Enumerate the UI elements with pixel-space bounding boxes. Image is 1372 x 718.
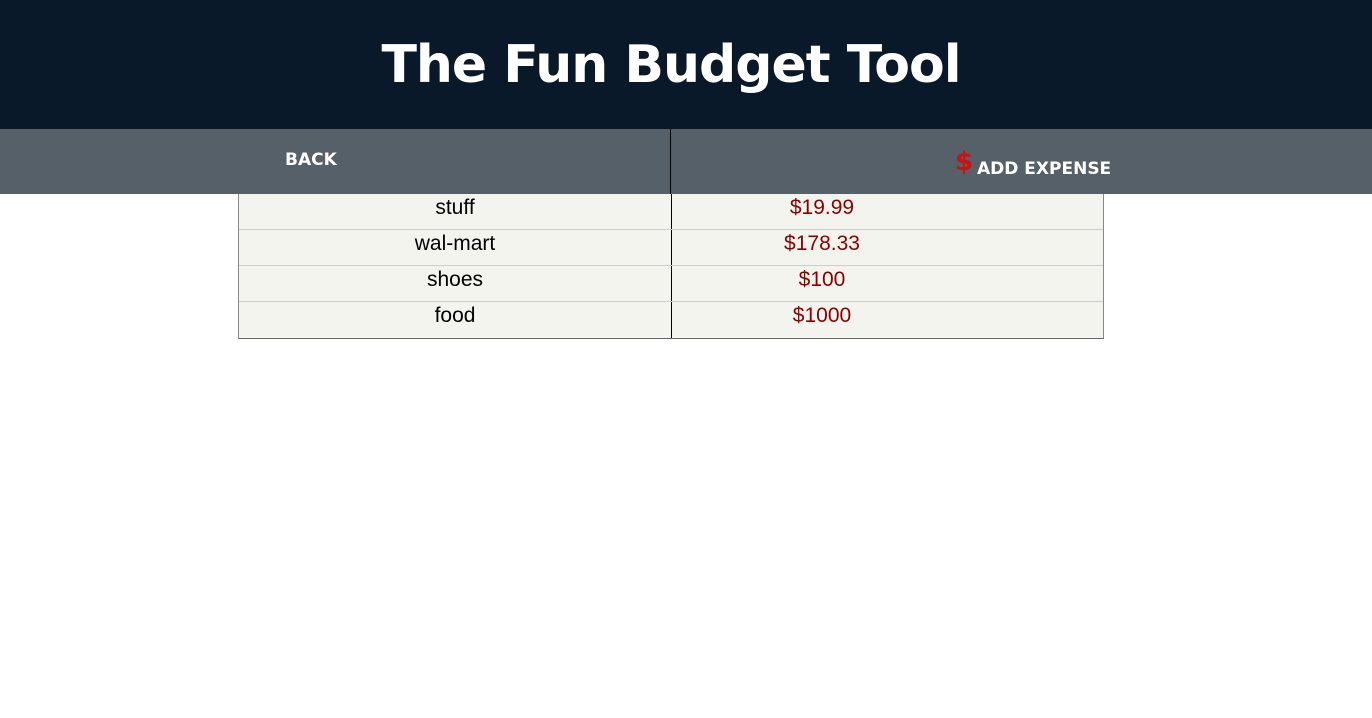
expense-amount: $100: [798, 268, 846, 291]
expense-amount: $1000: [792, 304, 852, 327]
expense-name: stuff: [239, 194, 672, 229]
table-row[interactable]: shoes $100: [239, 266, 1103, 302]
dollar-icon: $: [955, 147, 974, 177]
back-button-label: BACK: [285, 150, 337, 170]
add-expense-button[interactable]: $ ADD EXPENSE: [671, 129, 1372, 194]
expense-name: shoes: [239, 266, 672, 301]
expense-table: stuff $19.99 wal-mart $178.33 shoes $100…: [238, 194, 1104, 339]
app-header: The Fun Budget Tool: [0, 0, 1372, 129]
expense-name: wal-mart: [239, 230, 672, 265]
table-row[interactable]: wal-mart $178.33: [239, 230, 1103, 266]
table-row[interactable]: stuff $19.99: [239, 194, 1103, 230]
page-title: The Fun Budget Tool: [381, 34, 961, 95]
add-expense-label: ADD EXPENSE: [977, 159, 1112, 179]
nav-bar: BACK $ ADD EXPENSE: [0, 129, 1372, 194]
table-row[interactable]: food $1000: [239, 302, 1103, 338]
expense-name: food: [239, 302, 672, 338]
expense-amount: $178.33: [784, 232, 860, 255]
expense-amount: $19.99: [789, 196, 855, 219]
back-button[interactable]: BACK: [0, 129, 670, 194]
